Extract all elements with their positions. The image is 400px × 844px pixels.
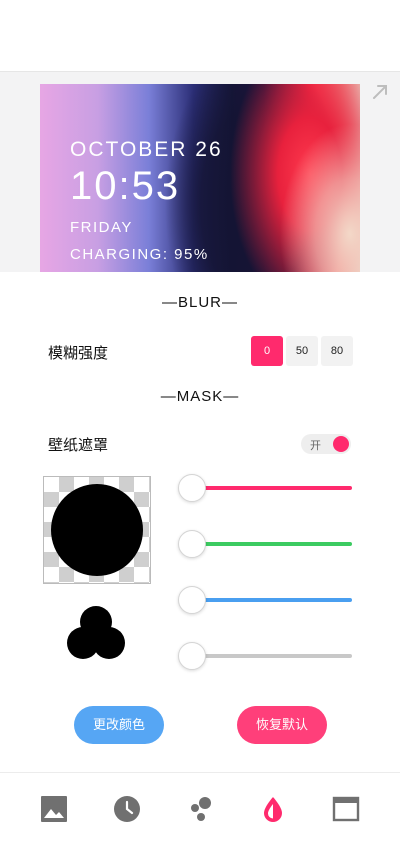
toggle-knob [333, 436, 349, 452]
wallpaper-preview[interactable]: OCTOBER 26 10:53 FRIDAY CHARGING: 95% [40, 84, 360, 272]
blur-option-50[interactable]: 50 [286, 336, 318, 366]
expand-arrow-icon[interactable] [372, 84, 388, 100]
image-icon[interactable] [40, 795, 68, 823]
blur-option-0[interactable]: 0 [251, 336, 283, 366]
clock-icon[interactable] [113, 795, 141, 823]
mask-slider-alpha[interactable] [178, 642, 354, 670]
slider-track-alpha [190, 654, 352, 658]
bubbles-icon[interactable] [186, 795, 214, 823]
window-icon[interactable] [332, 795, 360, 823]
settings-panel: —BLUR— 模糊强度 0 50 80 —MASK— 壁纸遮罩 开 更改颜色 恢… [0, 272, 400, 772]
drop-icon[interactable] [259, 795, 287, 823]
trefoil-shape-icon[interactable] [66, 604, 126, 662]
blur-strength-label: 模糊强度 [48, 345, 109, 362]
mask-slider-red[interactable] [178, 474, 354, 502]
mask-circle-shape [51, 484, 143, 576]
slider-track-blue [190, 598, 352, 602]
wallpaper-mask-label: 壁纸遮罩 [48, 437, 109, 454]
slider-track-red [190, 486, 352, 490]
blur-option-80[interactable]: 80 [321, 336, 353, 366]
change-color-button[interactable]: 更改颜色 [74, 706, 164, 744]
mask-toggle[interactable]: 开 [301, 434, 351, 454]
bottom-navigation [0, 772, 400, 844]
mask-slider-blue[interactable] [178, 586, 354, 614]
mask-section-title: —MASK— [160, 388, 240, 405]
lockscreen-overlay: OCTOBER 26 10:53 FRIDAY CHARGING: 95% [70, 138, 223, 263]
slider-knob-green[interactable] [178, 530, 206, 558]
slider-knob-alpha[interactable] [178, 642, 206, 670]
top-blank-area [0, 0, 400, 72]
toggle-label: 开 [310, 440, 321, 452]
wallpaper-preview-area: OCTOBER 26 10:53 FRIDAY CHARGING: 95% [0, 72, 400, 272]
mask-slider-green[interactable] [178, 530, 354, 558]
lockscreen-date: OCTOBER 26 [70, 138, 223, 161]
mask-preview-checkerboard [43, 476, 151, 584]
blur-section-title: —BLUR— [161, 294, 238, 311]
lockscreen-charging: CHARGING: 95% [70, 246, 209, 263]
restore-default-button[interactable]: 恢复默认 [237, 706, 327, 744]
slider-track-green [190, 542, 352, 546]
lockscreen-time: 10:53 [70, 164, 181, 208]
slider-knob-red[interactable] [178, 474, 206, 502]
slider-knob-blue[interactable] [178, 586, 206, 614]
lockscreen-day: FRIDAY [70, 219, 133, 236]
